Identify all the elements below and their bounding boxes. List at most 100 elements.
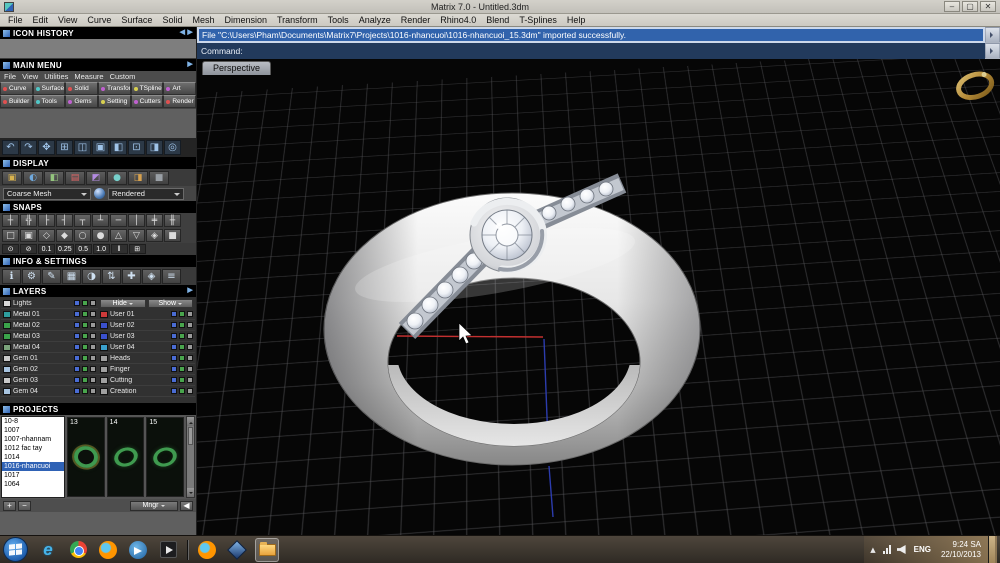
snap-toggle-icon[interactable]: ◆ <box>56 229 73 242</box>
remove-project-button[interactable]: − <box>18 501 31 511</box>
menu-item[interactable]: Render <box>396 15 436 25</box>
snap-option-icon[interactable]: ⊞ <box>129 244 146 254</box>
media-player-icon[interactable] <box>156 538 180 562</box>
layer-visibility-toggle[interactable] <box>171 388 177 394</box>
layer-row[interactable]: Lights <box>1 298 98 309</box>
menu-item[interactable]: Tools <box>323 15 354 25</box>
snap-toggle-icon[interactable]: ┬ <box>74 214 91 227</box>
layer-render-toggle[interactable] <box>90 366 96 372</box>
layer-visibility-toggle[interactable] <box>171 355 177 361</box>
menu-item[interactable]: Blend <box>481 15 514 25</box>
layer-row[interactable]: User 03 <box>98 331 195 342</box>
view-tool-icon[interactable]: ⊡ <box>128 140 145 155</box>
layer-row[interactable]: User 01 <box>98 309 195 320</box>
menu-item[interactable]: Analyze <box>354 15 396 25</box>
layer-row[interactable]: User 04 <box>98 342 195 353</box>
layer-visibility-toggle[interactable] <box>171 377 177 383</box>
display-mode-icon[interactable]: ◨ <box>128 171 148 185</box>
layer-visibility-toggle[interactable] <box>74 333 80 339</box>
layer-lock-toggle[interactable] <box>82 311 88 317</box>
menu-item[interactable]: Transform <box>272 15 323 25</box>
layer-row[interactable]: Metal 03 <box>1 331 98 342</box>
layer-row[interactable]: Gem 04 <box>1 386 98 397</box>
snap-toggle-icon[interactable]: □ <box>2 229 19 242</box>
layer-row[interactable]: Metal 01 <box>1 309 98 320</box>
layer-visibility-toggle[interactable] <box>74 300 80 306</box>
layers-options-icon[interactable]: ▶ <box>187 286 193 296</box>
layer-lock-toggle[interactable] <box>82 333 88 339</box>
layer-color-swatch[interactable] <box>3 377 11 384</box>
mesh-mode-dropdown[interactable]: Coarse Mesh <box>3 188 91 200</box>
snap-toggle-icon[interactable]: ┼ <box>2 214 19 227</box>
snap-increment-value[interactable]: 0.25 <box>56 244 74 254</box>
view-tool-icon[interactable]: ◨ <box>146 140 163 155</box>
snap-toggle-icon[interactable]: ╪ <box>146 214 163 227</box>
layer-color-swatch[interactable] <box>100 377 108 384</box>
layer-lock-toggle[interactable] <box>82 377 88 383</box>
main-menu-button[interactable]: Surface <box>33 82 66 95</box>
start-button[interactable] <box>3 537 28 562</box>
layer-color-swatch[interactable] <box>100 322 108 329</box>
manager-button[interactable]: Mngr <box>130 501 178 511</box>
menu-item[interactable]: Curve <box>82 15 116 25</box>
snap-toggle-icon[interactable]: ─ <box>110 214 127 227</box>
layer-render-toggle[interactable] <box>187 322 193 328</box>
firefox-icon-2[interactable] <box>195 538 219 562</box>
layer-color-swatch[interactable] <box>3 388 11 395</box>
layer-lock-toggle[interactable] <box>179 355 185 361</box>
network-icon[interactable] <box>883 545 891 554</box>
main-menu-button[interactable]: Tools <box>33 95 66 108</box>
info-settings-icon[interactable]: ≡ <box>162 269 181 284</box>
snap-toggle-icon[interactable]: ▽ <box>128 229 145 242</box>
main-menu-tab[interactable]: File <box>4 72 16 81</box>
info-settings-icon[interactable]: ◑ <box>82 269 101 284</box>
layer-color-swatch[interactable] <box>3 300 11 307</box>
snap-toggle-icon[interactable]: ╫ <box>164 214 181 227</box>
project-thumbnail[interactable]: 13 <box>67 417 105 497</box>
layer-visibility-toggle[interactable] <box>74 344 80 350</box>
projects-scrollbar[interactable] <box>186 416 195 498</box>
menu-item[interactable]: Mesh <box>187 15 219 25</box>
layer-row[interactable]: Finger <box>98 364 195 375</box>
snap-toggle-icon[interactable]: ■ <box>164 229 181 242</box>
menu-item[interactable]: Solid <box>157 15 187 25</box>
display-mode-icon[interactable]: ◧ <box>44 171 64 185</box>
layer-visibility-toggle[interactable] <box>171 311 177 317</box>
main-menu-button[interactable]: Curve <box>0 82 33 95</box>
clock[interactable]: 9:24 SA 22/10/2013 <box>941 540 981 560</box>
main-menu-button[interactable]: Setting <box>98 95 131 108</box>
view-tool-icon[interactable]: ↷ <box>20 140 37 155</box>
main-menu-button[interactable]: Render <box>163 95 196 108</box>
main-menu-button[interactable]: Builder <box>0 95 33 108</box>
scroll-up-icon[interactable] <box>187 417 194 426</box>
layer-render-toggle[interactable] <box>187 355 193 361</box>
layer-render-toggle[interactable] <box>90 355 96 361</box>
layer-render-toggle[interactable] <box>90 311 96 317</box>
layer-lock-toggle[interactable] <box>82 366 88 372</box>
perspective-viewport[interactable]: Perspective <box>197 59 1000 535</box>
projects-back-icon[interactable]: ◀ <box>180 501 193 511</box>
snap-toggle-icon[interactable]: ▣ <box>20 229 37 242</box>
firefox-icon[interactable] <box>96 538 120 562</box>
layer-render-toggle[interactable] <box>90 388 96 394</box>
thunderbird-icon[interactable] <box>126 538 150 562</box>
command-history-line[interactable]: File "C:\Users\Pham\Documents\Matrix7\Pr… <box>199 29 983 41</box>
show-all-layers-button[interactable]: Show <box>148 299 194 308</box>
view-tool-icon[interactable]: ↶ <box>2 140 19 155</box>
layer-lock-toggle[interactable] <box>82 344 88 350</box>
layer-lock-toggle[interactable] <box>82 388 88 394</box>
project-item[interactable]: 1017 <box>2 471 64 480</box>
layer-visibility-toggle[interactable] <box>74 377 80 383</box>
title-bar[interactable]: Matrix 7.0 - Untitled.3dm – ▢ ✕ <box>0 0 1000 14</box>
layer-color-swatch[interactable] <box>3 344 11 351</box>
layer-color-swatch[interactable] <box>3 333 11 340</box>
info-settings-icon[interactable]: ⚙ <box>22 269 41 284</box>
add-project-button[interactable]: + <box>3 501 16 511</box>
layer-row[interactable]: Gem 02 <box>1 364 98 375</box>
snap-option-icon[interactable]: ⊙ <box>2 244 19 254</box>
info-settings-icon[interactable]: ⇅ <box>102 269 121 284</box>
history-forward-icon[interactable]: ▶ <box>187 28 193 38</box>
info-settings-icon[interactable]: ◈ <box>142 269 161 284</box>
display-mode-icon[interactable]: ● <box>107 171 127 185</box>
layer-visibility-toggle[interactable] <box>74 322 80 328</box>
